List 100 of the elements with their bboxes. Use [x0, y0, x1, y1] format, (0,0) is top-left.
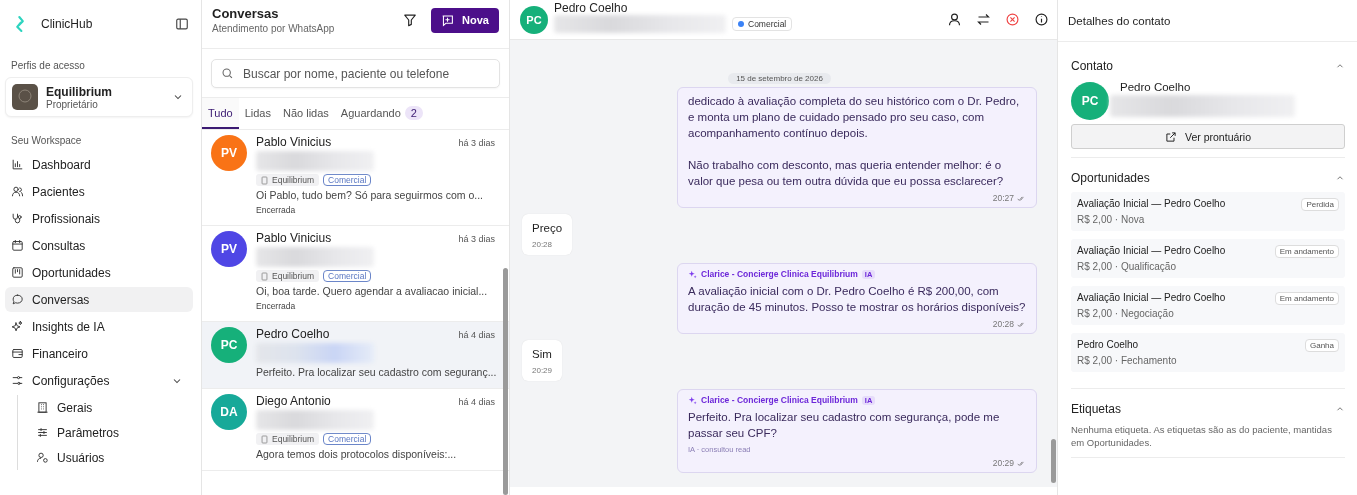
- avatar: DA: [211, 394, 247, 430]
- conversation-item[interactable]: PV Pablo Vinicius há 3 dias Equilibrium Comercial Oi Pablo, tudo bem? Só para seguirmos com o... Encerrada: [202, 130, 509, 226]
- conversation-status: Encerrada: [256, 205, 297, 215]
- nav-item[interactable]: Financeiro: [5, 341, 193, 366]
- conversation-status: Encerrada: [256, 301, 297, 311]
- scrollbar[interactable]: [503, 268, 508, 495]
- avatar: PV: [211, 135, 247, 171]
- opportunity-card[interactable]: Pedro Coelho R$ 2,00 · Fechamento Ganha: [1071, 333, 1345, 372]
- opportunity-title: Avaliação Inicial — Pedro Coelho: [1077, 198, 1226, 209]
- nav-icon: [11, 158, 24, 171]
- panel-subtitle: Atendimento por WhatsApp: [212, 23, 336, 34]
- panel-title: Conversas: [212, 6, 280, 21]
- section-heading: Etiquetas: [1071, 402, 1122, 416]
- logo-icon: [13, 15, 27, 33]
- filter-tab[interactable]: Não lidas: [276, 98, 335, 129]
- conversation-item[interactable]: PC Pedro Coelho há 4 dias Perfeito. Pra localizar seu cadastro com seguranç...: [202, 322, 509, 389]
- nav-subitem[interactable]: Parâmetros: [36, 420, 193, 445]
- avatar: PC: [1071, 82, 1109, 120]
- section-label: Seu Workspace: [10, 134, 83, 148]
- message-time: 20:28: [992, 319, 1014, 329]
- phone-icon: [261, 175, 268, 185]
- nav-icon: [11, 293, 24, 306]
- timestamp: há 3 dias: [458, 234, 495, 244]
- message-preview: Perfeito. Pra localizar seu cadastro com seguranç...: [256, 366, 495, 378]
- status-badge: Em andamento: [1274, 292, 1339, 305]
- avatar: PC: [520, 5, 548, 34]
- nav-icon: [36, 426, 49, 439]
- view-record-button[interactable]: Ver prontuário: [1071, 124, 1345, 149]
- opportunity-title: Avaliação Inicial — Pedro Coelho: [1077, 245, 1226, 256]
- opportunity-card[interactable]: Avaliação Inicial — Pedro Coelho R$ 2,00 · Qualificação Em andamento: [1071, 239, 1345, 278]
- opportunity-card[interactable]: Avaliação Inicial — Pedro Coelho R$ 2,00 · Nova Perdida: [1071, 192, 1345, 231]
- opportunity-detail: R$ 2,00 · Nova: [1077, 214, 1146, 225]
- message-text: Perfeito. Pra localizar seu cadastro com segurança, pode me passar seu CPF?: [688, 410, 1001, 441]
- sparkle-icon: [688, 269, 697, 279]
- nav-item[interactable]: Dashboard: [5, 152, 193, 177]
- info-icon[interactable]: [1034, 12, 1049, 27]
- nav-item[interactable]: Conversas: [5, 287, 193, 312]
- filter-tab[interactable]: Lidas: [238, 98, 277, 129]
- nav-icon: [11, 320, 24, 333]
- message-preview: Oi Pablo, tudo bem? Só para seguirmos com o...: [256, 189, 485, 201]
- tag: Comercial: [323, 174, 372, 186]
- nav-item[interactable]: Insights de IA: [5, 314, 193, 339]
- new-conversation-button[interactable]: Nova: [431, 7, 499, 33]
- nav-icon: [36, 451, 49, 464]
- message-preview: Agora temos dois protocolos disponíveis:...: [256, 448, 458, 460]
- add-message-icon: [441, 13, 455, 27]
- nav-item[interactable]: Consultas: [5, 233, 193, 258]
- inbox-tag: Equilibrium: [256, 270, 320, 282]
- message-preview: Oi, boa tarde. Quero agendar a avaliacao inicial...: [256, 285, 489, 297]
- nav-icon: [11, 347, 24, 360]
- inbox-tag: Equilibrium: [256, 433, 320, 445]
- date-divider: 15 de setembro de 2026: [728, 73, 831, 84]
- message-time: 20:28: [532, 240, 554, 249]
- close-icon[interactable]: [1005, 12, 1020, 27]
- panel-title: Detalhes do contato: [1058, 0, 1357, 42]
- contact-name: Pedro Coelho: [256, 327, 330, 341]
- nav-item[interactable]: Pacientes: [5, 179, 193, 204]
- conversation-item[interactable]: DA Diego Antonio há 4 dias Equilibrium Comercial Agora temos dois protocolos disponíveis:...: [202, 389, 509, 471]
- brand-name: ClinicHub: [41, 17, 94, 31]
- nav-item[interactable]: Oportunidades: [5, 260, 193, 285]
- timestamp: há 4 dias: [458, 397, 495, 407]
- filter-tab[interactable]: Aguardando 2: [334, 98, 429, 129]
- filter-tab[interactable]: Tudo: [202, 98, 239, 129]
- message-text: Preço: [532, 221, 563, 236]
- nav-icon: [11, 212, 24, 225]
- sidebar-toggle-icon[interactable]: [175, 17, 189, 31]
- nav-icon: [36, 401, 49, 414]
- opportunity-card[interactable]: Avaliação Inicial — Pedro Coelho R$ 2,00 · Negociação Em andamento: [1071, 286, 1345, 325]
- tag: Comercial: [323, 270, 372, 282]
- profile-selector[interactable]: Equilibrium Proprietário: [5, 77, 193, 117]
- opportunity-title: Avaliação Inicial — Pedro Coelho: [1077, 292, 1226, 303]
- avatar: PV: [211, 231, 247, 267]
- section-heading: Contato: [1071, 59, 1114, 73]
- sender-name: Clarice - Concierge Clinica Equilibrium: [701, 269, 858, 279]
- message-text: dedicado à avaliação completa do seu histórico com o Dr. Pedro, e monta um plano de cuidado pensado pro seu caso, com acompanhamento contínuo depois.: [688, 94, 1021, 141]
- status-badge: Em andamento: [1274, 245, 1339, 258]
- section-label: Perfis de acesso: [10, 59, 86, 73]
- sparkle-icon: [688, 395, 697, 405]
- nav-item[interactable]: Profissionais: [5, 206, 193, 231]
- filter-icon[interactable]: [403, 13, 418, 27]
- status-badge: Perdida: [1301, 198, 1339, 211]
- nav-subitem[interactable]: Gerais: [36, 395, 193, 420]
- opportunity-detail: R$ 2,00 · Fechamento: [1077, 355, 1177, 366]
- scrollbar[interactable]: [1051, 439, 1056, 483]
- nav-item[interactable]: Configurações: [5, 368, 193, 393]
- search-field[interactable]: Buscar por nome, paciente ou telefone: [211, 59, 500, 88]
- nav-subitem[interactable]: Usuários: [36, 445, 193, 470]
- message-text: A avaliação inicial com o Dr. Pedro Coelho é R$ 200,00, com duração de 45 minutos. Posso te mostrar os horários disponíveis?: [688, 284, 1026, 315]
- sender-name: Clarice - Concierge Clinica Equilibrium: [701, 395, 858, 405]
- timestamp: há 4 dias: [458, 330, 495, 340]
- message-time: 20:27: [992, 193, 1014, 203]
- user-icon[interactable]: [947, 12, 962, 27]
- phone-icon: [261, 434, 268, 444]
- message-text: Sim: [532, 347, 553, 362]
- empty-labels-text: Nenhuma etiqueta. As etiquetas são as do paciente, mantidas em Oportunidades.: [1071, 423, 1333, 449]
- profile-logo-icon: [12, 84, 38, 110]
- nav-icon: [11, 239, 24, 252]
- opportunity-title: Pedro Coelho: [1077, 339, 1140, 350]
- contact-name: Pedro Coelho: [1120, 81, 1191, 93]
- transfer-icon[interactable]: [976, 12, 991, 27]
